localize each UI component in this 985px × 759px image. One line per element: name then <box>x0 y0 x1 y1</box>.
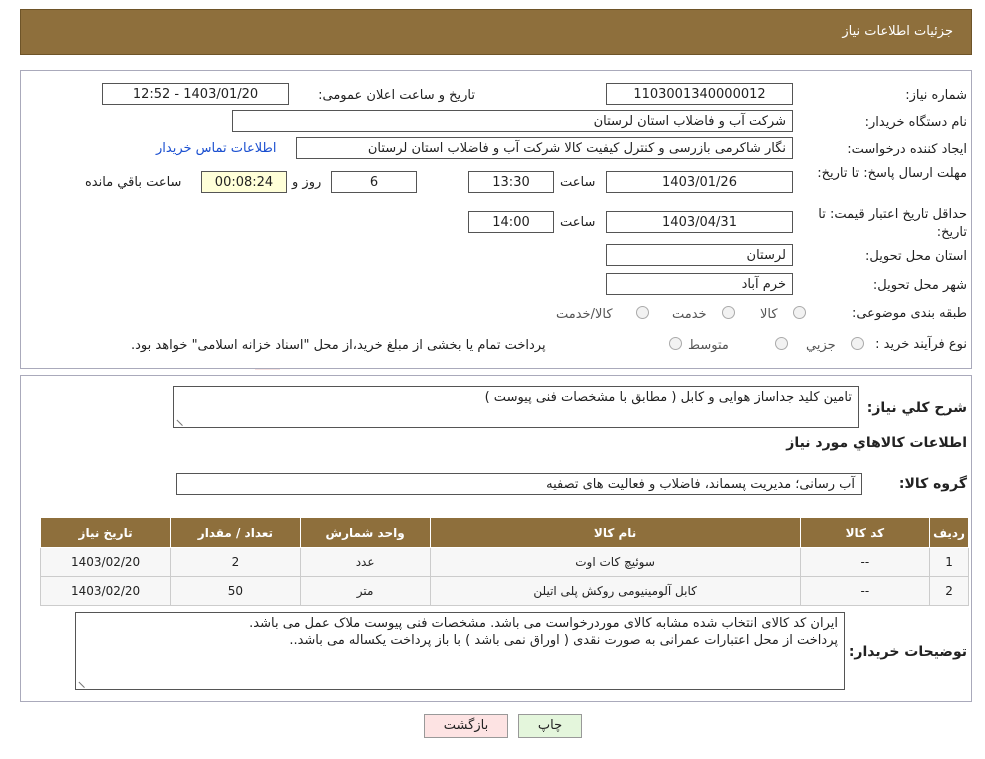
deadline-time-label: ساعت <box>560 175 596 190</box>
back-button[interactable]: بازگشت <box>424 714 508 738</box>
days-field: 6 <box>331 171 417 193</box>
payment-checkbox[interactable] <box>669 337 682 350</box>
cell-unit: عدد <box>299 547 431 577</box>
cell-need-date: 1403/02/20 <box>39 547 172 577</box>
process-radio-minor[interactable] <box>851 337 864 350</box>
page-title: جزئیات اطلاعات نیاز <box>842 24 953 39</box>
validity-time-field: 14:00 <box>468 211 554 233</box>
summary-textarea[interactable]: تامین کلید جداساز هوایی و کابل ( مطابق ب… <box>173 386 859 428</box>
cell-item-code: -- <box>799 576 931 606</box>
category-label: طبقه بندی موضوعی: <box>851 306 967 321</box>
category-radio-goods-service[interactable] <box>636 306 649 319</box>
cell-unit: متر <box>299 576 431 606</box>
summary-text: تامین کلید جداساز هوایی و کابل ( مطابق ب… <box>484 390 852 405</box>
need-number-field: 1103001340000012 <box>606 83 793 105</box>
need-number-label: شماره نیاز: <box>905 88 967 103</box>
group-label: گروه کالا: <box>898 476 967 492</box>
announce-field: 1403/01/20 - 12:52 <box>102 83 289 105</box>
col-quantity: تعداد / مقدار <box>170 517 301 548</box>
group-field: آب رسانی؛ مدیریت پسماند، فاضلاب و فعالیت… <box>176 473 862 495</box>
cell-item-code: -- <box>799 547 931 577</box>
col-item-name: نام کالا <box>429 517 801 548</box>
validity-date-field: 1403/04/31 <box>606 211 793 233</box>
cell-row-number: 2 <box>929 576 969 606</box>
remaining-label: ساعت باقي مانده <box>85 175 182 190</box>
process-option-medium: متوسط <box>688 338 729 353</box>
items-heading: اطلاعات کالاهاي مورد نياز <box>786 435 967 451</box>
cell-row-number: 1 <box>929 547 969 577</box>
cell-quantity: 50 <box>170 576 301 606</box>
province-label: استان محل تحویل: <box>865 249 967 264</box>
items-table: رديف کد کالا نام کالا واحد شمارش تعداد /… <box>39 517 969 606</box>
category-option-goods-service: کالا/خدمت <box>556 307 613 322</box>
notes-line-1: ایران کد کالای انتخاب شده مشابه کالای مو… <box>249 616 838 631</box>
buyer-org-field: شرکت آب و فاضلاب استان لرستان <box>232 110 793 132</box>
city-field: خرم آباد <box>606 273 793 295</box>
resize-grip-icon[interactable] <box>176 413 189 427</box>
cell-item-name: سوئیچ کات اوت <box>429 547 801 577</box>
deadline-date-field: 1403/01/26 <box>606 171 793 193</box>
validity-label: حداقل تاریخ اعتبار قیمت: تا تاریخ: <box>818 207 967 240</box>
deadline-label: مهلت ارسال پاسخ: تا تاریخ: <box>817 166 967 181</box>
table-header-row: رديف کد کالا نام کالا واحد شمارش تعداد /… <box>39 517 969 548</box>
print-button[interactable]: چاپ <box>518 714 582 738</box>
category-option-goods: کالا <box>760 307 778 322</box>
province-field: لرستان <box>606 244 793 266</box>
buyer-contact-link[interactable]: اطلاعات تماس خریدار <box>156 141 276 156</box>
col-unit: واحد شمارش <box>299 517 431 548</box>
process-radio-medium[interactable] <box>775 337 788 350</box>
table-row: 1 -- سوئیچ کات اوت عدد 2 1403/02/20 <box>39 547 969 577</box>
category-option-service: خدمت <box>672 307 707 322</box>
validity-time-label: ساعت <box>560 215 596 230</box>
process-option-minor: جزیي <box>806 338 836 353</box>
announce-label: تاریخ و ساعت اعلان عمومی: <box>318 88 475 103</box>
days-label: روز و <box>292 175 322 190</box>
creator-field: نگار شاکرمی بازرسی و کنترل کیفیت کالا شر… <box>296 137 793 159</box>
deadline-time-field: 13:30 <box>468 171 554 193</box>
page-header: جزئیات اطلاعات نیاز <box>20 9 972 55</box>
remaining-time-field: 00:08:24 <box>201 171 287 193</box>
notes-line-2: پرداخت از محل اعتبارات عمرانی به صورت نق… <box>289 633 838 648</box>
summary-label: شرح کلي نياز: <box>866 400 967 416</box>
table-row: 2 -- کابل آلومینیومی روکش پلی اتیلن متر … <box>39 576 969 606</box>
buyer-org-label: نام دستگاه خریدار: <box>864 115 967 130</box>
cell-need-date: 1403/02/20 <box>39 576 172 606</box>
col-need-date: تاریخ نیاز <box>39 517 172 548</box>
creator-label: ایجاد کننده درخواست: <box>847 142 967 157</box>
col-row-number: رديف <box>929 517 969 548</box>
category-radio-service[interactable] <box>722 306 735 319</box>
cell-item-name: کابل آلومینیومی روکش پلی اتیلن <box>429 576 801 606</box>
notes-label: توضیحات خریدار: <box>848 644 967 660</box>
col-item-code: کد کالا <box>799 517 931 548</box>
category-radio-goods[interactable] <box>793 306 806 319</box>
city-label: شهر محل تحویل: <box>872 278 967 293</box>
cell-quantity: 2 <box>170 547 301 577</box>
resize-grip-icon[interactable] <box>78 675 91 689</box>
notes-textarea[interactable]: ایران کد کالای انتخاب شده مشابه کالای مو… <box>75 612 845 690</box>
process-label: نوع فرآیند خرید : <box>875 337 967 352</box>
process-note: پرداخت تمام یا بخشی از مبلغ خرید،از محل … <box>131 338 546 353</box>
